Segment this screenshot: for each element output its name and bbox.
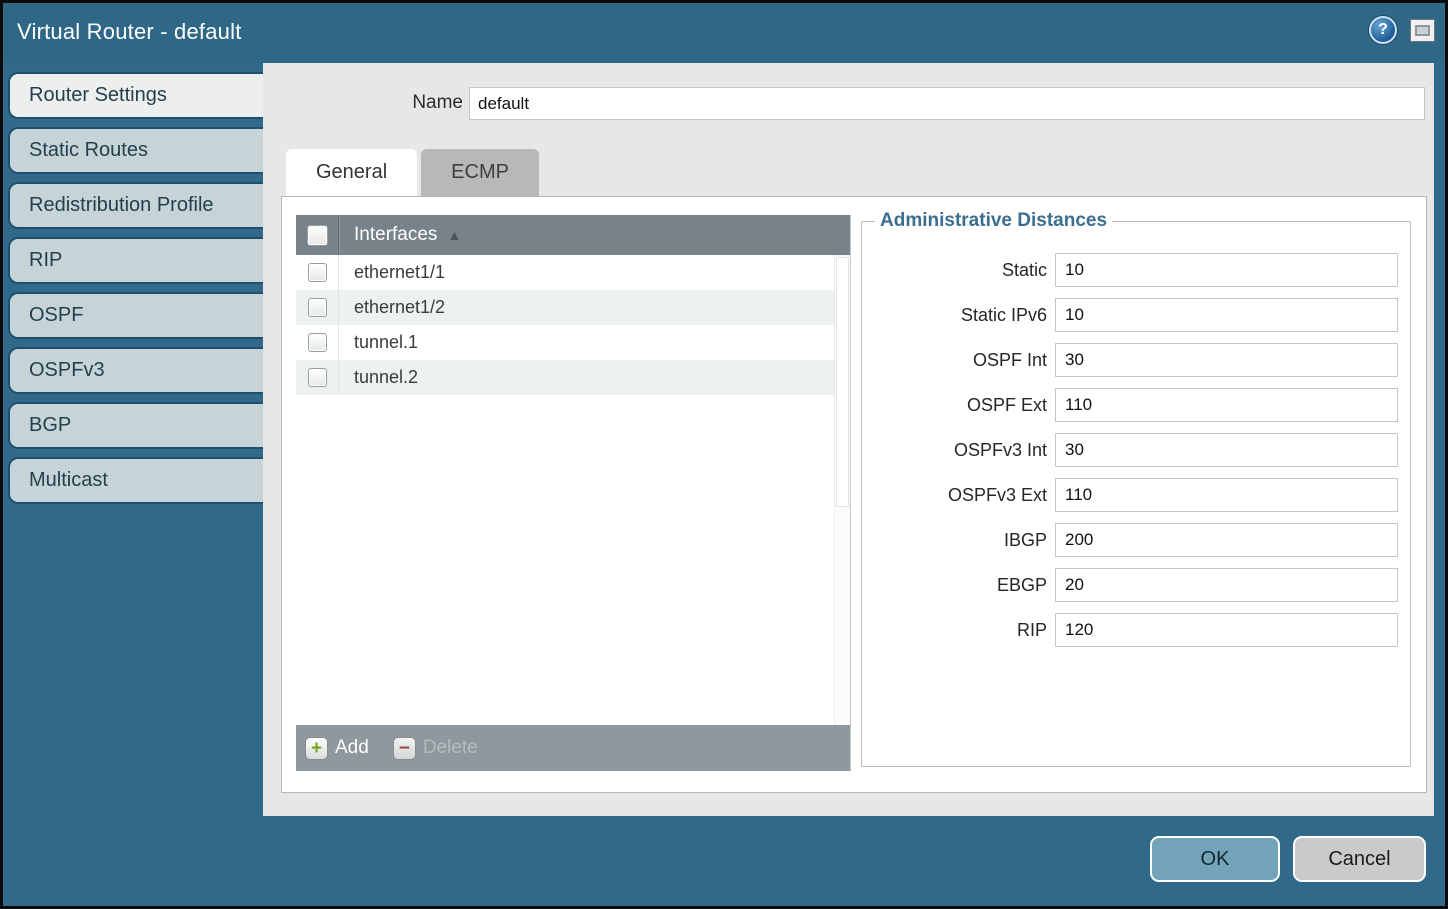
sidebar-item-ospf[interactable]: OSPF (8, 292, 263, 339)
distance-field-row: OSPFv3 Ext (872, 478, 1398, 512)
general-tab-panel: Interfaces ▲ ethernet1/1 ethernet1/2 tunne… (281, 196, 1427, 793)
distance-field-row: Static IPv6 (872, 298, 1398, 332)
distance-field-row: RIP (872, 613, 1398, 647)
dialog-title: Virtual Router - default (17, 19, 242, 45)
sidebar-nav: Router Settings Static Routes Redistributi… (3, 63, 263, 810)
distance-field-label: OSPF Int (872, 350, 1055, 371)
cancel-button[interactable]: Cancel (1293, 836, 1426, 882)
sidebar-item-ospfv3[interactable]: OSPFv3 (8, 347, 263, 394)
sidebar-item-multicast[interactable]: Multicast (8, 457, 263, 504)
distance-input-ospfv3-ext[interactable] (1055, 478, 1398, 512)
distance-field-label: OSPFv3 Ext (872, 485, 1055, 506)
tab-ecmp[interactable]: ECMP (421, 149, 539, 196)
tab-general[interactable]: General (286, 149, 417, 196)
sidebar-item-rip[interactable]: RIP (8, 237, 263, 284)
interfaces-table-body: ethernet1/1 ethernet1/2 tunnel.1 tunnel.2 (296, 255, 850, 725)
sort-ascending-icon: ▲ (447, 227, 461, 243)
interface-row[interactable]: ethernet1/1 (296, 255, 850, 290)
interface-checkbox[interactable] (308, 298, 327, 317)
distance-field-row: IBGP (872, 523, 1398, 557)
interface-name: tunnel.1 (354, 332, 418, 353)
distance-field-label: Static (872, 260, 1055, 281)
distance-field-label: RIP (872, 620, 1055, 641)
interface-row[interactable]: ethernet1/2 (296, 290, 850, 325)
interface-checkbox-cell (296, 360, 339, 395)
select-all-checkbox[interactable] (307, 225, 328, 246)
interface-row[interactable]: tunnel.1 (296, 325, 850, 360)
virtual-router-dialog: Virtual Router - default ? Router Settin… (3, 3, 1445, 906)
interface-checkbox-cell (296, 325, 339, 360)
delete-minus-icon: − (393, 737, 416, 760)
distance-field-row: OSPF Int (872, 343, 1398, 377)
select-all-cell (296, 215, 339, 255)
distance-field-label: OSPF Ext (872, 395, 1055, 416)
distance-field-label: Static IPv6 (872, 305, 1055, 326)
name-label: Name (383, 92, 463, 114)
title-bar: Virtual Router - default ? (3, 3, 1445, 63)
ok-button[interactable]: OK (1150, 836, 1280, 882)
sidebar-item-router-settings[interactable]: Router Settings (8, 72, 263, 119)
maximize-icon[interactable] (1410, 19, 1435, 42)
interface-checkbox[interactable] (308, 368, 327, 387)
interfaces-table-header: Interfaces ▲ (296, 215, 850, 255)
screenshot-root: Virtual Router - default ? Router Settin… (0, 0, 1448, 909)
help-icon[interactable]: ? (1369, 16, 1397, 44)
add-button-label: Add (335, 737, 369, 759)
distance-input-static[interactable] (1055, 253, 1398, 287)
add-button[interactable]: + Add (305, 737, 369, 760)
tab-bar: GeneralECMP (286, 149, 539, 196)
distance-input-ospf-ext[interactable] (1055, 388, 1398, 422)
table-scrollbar[interactable] (834, 255, 850, 725)
distance-input-ospfv3-int[interactable] (1055, 433, 1398, 467)
distance-input-ibgp[interactable] (1055, 523, 1398, 557)
distance-field-label: OSPFv3 Int (872, 440, 1055, 461)
interfaces-table-footer: + Add − Delete (296, 725, 850, 771)
interfaces-column-header[interactable]: Interfaces ▲ (354, 224, 461, 246)
distance-input-static-ipv6[interactable] (1055, 298, 1398, 332)
interfaces-table: Interfaces ▲ ethernet1/1 ethernet1/2 tunne… (296, 215, 851, 771)
administrative-distances-fieldset: Administrative Distances Static Static IP… (861, 210, 1411, 767)
delete-button[interactable]: − Delete (393, 737, 478, 760)
sidebar-item-bgp[interactable]: BGP (8, 402, 263, 449)
interface-checkbox[interactable] (308, 263, 327, 282)
distance-field-row: EBGP (872, 568, 1398, 602)
administrative-distances-legend: Administrative Distances (875, 210, 1112, 232)
sidebar-item-redistribution-profile[interactable]: Redistribution Profile (8, 182, 263, 229)
delete-button-label: Delete (423, 737, 478, 759)
title-bar-icons: ? (1369, 16, 1435, 44)
interface-name: tunnel.2 (354, 367, 418, 388)
distance-field-label: IBGP (872, 530, 1055, 551)
name-row: Name (263, 87, 1434, 120)
administrative-distances-fields: Static Static IPv6 OSPF Int OSPF Ext OSPFv3 … (872, 253, 1398, 647)
content-area: Name GeneralECMP Interfaces ▲ (263, 63, 1434, 816)
distance-field-row: Static (872, 253, 1398, 287)
distance-field-label: EBGP (872, 575, 1055, 596)
distance-field-row: OSPFv3 Int (872, 433, 1398, 467)
interface-checkbox-cell (296, 290, 339, 325)
interface-name: ethernet1/1 (354, 262, 445, 283)
sidebar-item-static-routes[interactable]: Static Routes (8, 127, 263, 174)
distance-input-ospf-int[interactable] (1055, 343, 1398, 377)
distance-field-row: OSPF Ext (872, 388, 1398, 422)
interface-checkbox[interactable] (308, 333, 327, 352)
distance-input-rip[interactable] (1055, 613, 1398, 647)
dialog-buttons: OK Cancel (1150, 836, 1426, 882)
table-scrollbar-thumb[interactable] (836, 257, 849, 507)
interface-row[interactable]: tunnel.2 (296, 360, 850, 395)
distance-input-ebgp[interactable] (1055, 568, 1398, 602)
interfaces-column-label: Interfaces (354, 224, 437, 246)
add-plus-icon: + (305, 737, 328, 760)
name-input[interactable] (469, 87, 1425, 120)
interface-checkbox-cell (296, 255, 339, 290)
maximize-icon-inner (1415, 25, 1430, 36)
interface-name: ethernet1/2 (354, 297, 445, 318)
